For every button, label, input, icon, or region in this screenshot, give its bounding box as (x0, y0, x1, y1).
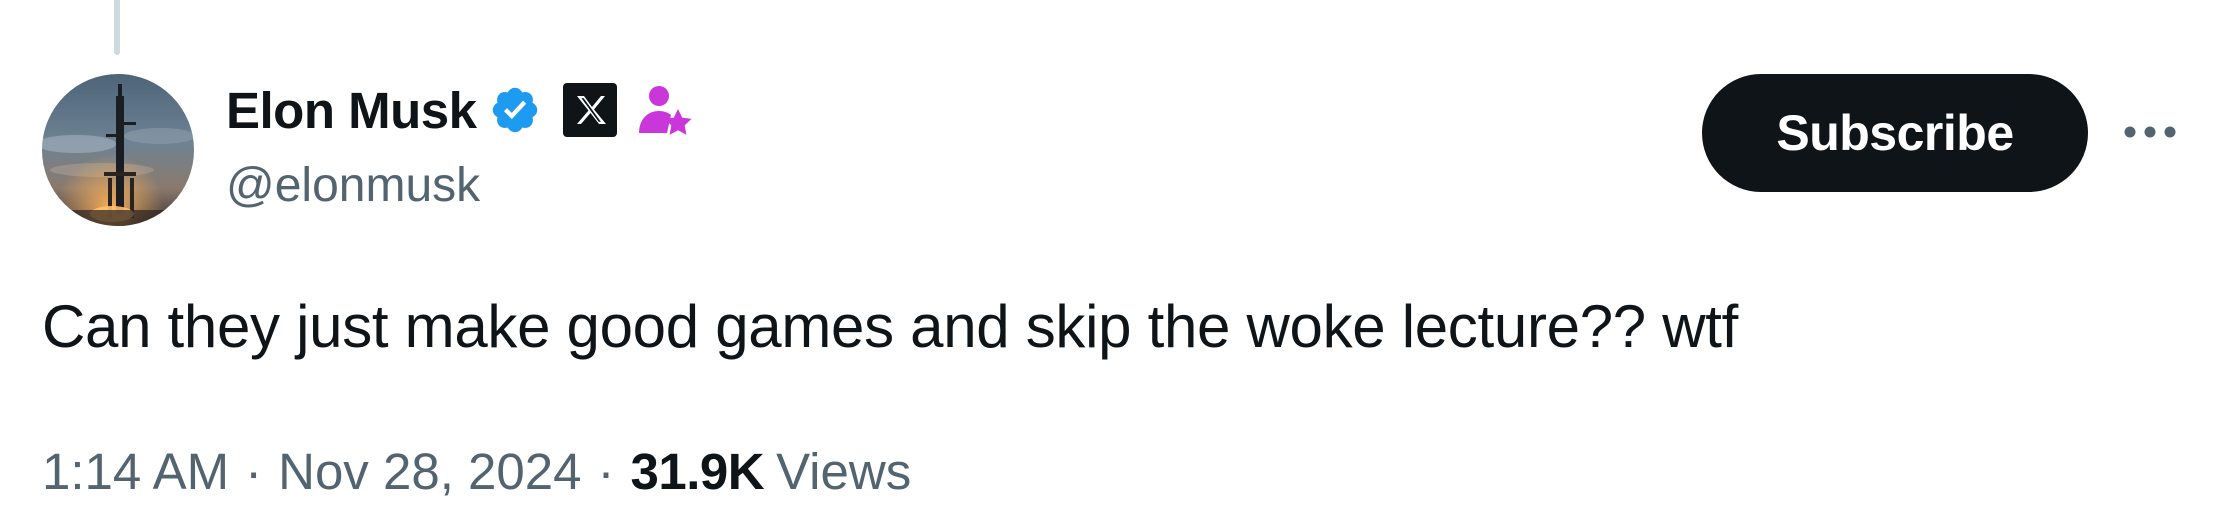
views-count: 31.9K (630, 443, 765, 500)
author-handle[interactable]: @elonmusk (226, 158, 480, 213)
subscribe-button[interactable]: Subscribe (1702, 74, 2088, 192)
views-label: Views (776, 443, 912, 500)
thread-line (114, 0, 120, 55)
meta-separator: · (597, 443, 615, 500)
tweet-meta: 1:14 AM · Nov 28, 2024 · 31.9K Views (42, 442, 911, 501)
author-name-row: Elon Musk (226, 72, 693, 148)
verified-badge-icon[interactable] (489, 84, 541, 136)
author-display-name[interactable]: Elon Musk (226, 81, 477, 140)
more-icon[interactable] (2118, 104, 2182, 160)
tweet: Elon Musk @elonmusk Subscribe Can they j… (0, 0, 2222, 530)
tweet-date[interactable]: Nov 28, 2024 (278, 442, 581, 501)
tweet-time[interactable]: 1:14 AM (42, 442, 229, 501)
person-star-icon[interactable] (635, 81, 693, 139)
tweet-text: Can they just make good games and skip t… (42, 293, 1738, 360)
avatar[interactable] (42, 74, 194, 226)
x-logo-icon[interactable] (562, 83, 617, 137)
meta-separator: · (245, 443, 263, 500)
